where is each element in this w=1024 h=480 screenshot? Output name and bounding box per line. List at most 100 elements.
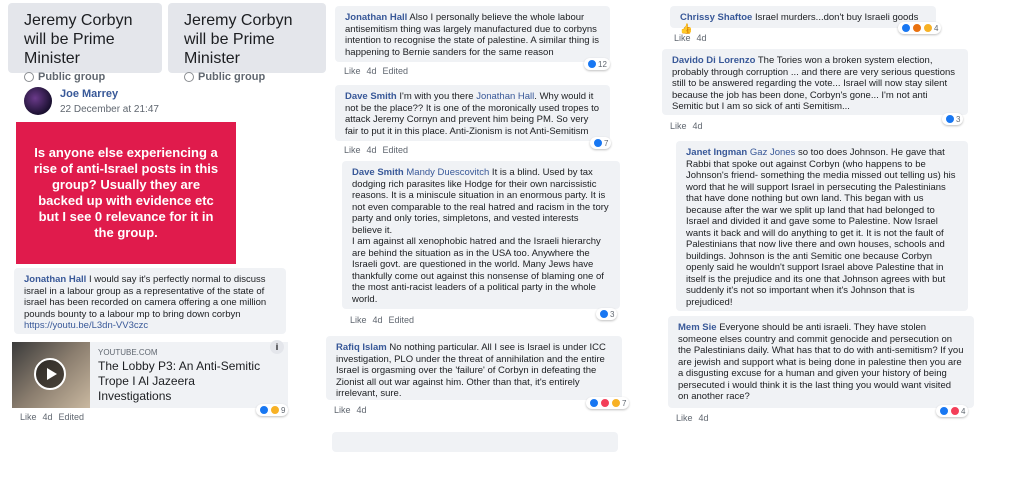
reaction-summary[interactable]: 3 [596, 308, 618, 320]
reaction-summary[interactable]: 7 [586, 397, 630, 409]
link-domain: YOUTUBE.COM [98, 348, 158, 357]
comment-time[interactable]: 4d [693, 121, 703, 131]
comment-bubble: Mem Sie Everyone should be anti israeli.… [668, 316, 974, 408]
info-icon[interactable]: i [270, 340, 284, 354]
group-privacy: Public group [184, 71, 310, 83]
reaction-summary[interactable]: 12 [584, 58, 610, 70]
group-privacy: Public group [24, 71, 146, 83]
like-reaction-icon [593, 138, 603, 148]
comment-bubble: Rafiq Islam No nothing particular. All I… [326, 336, 622, 400]
link-preview[interactable]: YOUTUBE.COM The Lobby P3: An Anti-Semiti… [12, 340, 288, 408]
reaction-summary[interactable]: 4 [936, 405, 969, 417]
globe-icon [24, 72, 34, 82]
comment-time[interactable]: 4d [357, 405, 367, 415]
comment-author[interactable]: Davido Di Lorenzo [672, 55, 755, 66]
mention-tag[interactable]: Jonathan Hall [476, 91, 534, 102]
comment-bubble: Davido Di Lorenzo The Tories won a broke… [662, 49, 968, 115]
comment-time[interactable]: 4d [373, 315, 383, 325]
comment-actions: Like 4d Edited [344, 145, 408, 155]
comment-author[interactable]: Jonathan Hall [345, 12, 407, 23]
like-button[interactable]: Like [674, 33, 691, 43]
love-reaction-icon [600, 398, 610, 408]
comment-actions: Like 4d Edited [344, 66, 408, 76]
like-button[interactable]: Like [344, 66, 361, 76]
post-author[interactable]: Joe Marrey [60, 88, 118, 100]
like-reaction-icon [589, 398, 599, 408]
group-card-1[interactable]: Jeremy Corbyn will be Prime Minister Pub… [8, 3, 162, 83]
comment-author[interactable]: Mem Sie [678, 322, 717, 333]
comment-bubble: Jonathan Hall Also I personally believe … [335, 6, 610, 62]
reaction-count: 4 [934, 23, 939, 33]
link-title[interactable]: The Lobby P3: An Anti-Semitic Trope I Al… [98, 359, 262, 404]
comment-author[interactable]: Janet Ingman [686, 147, 747, 158]
comment-time[interactable]: 4d [699, 413, 709, 423]
comment-time[interactable]: 4d [43, 412, 53, 422]
like-button[interactable]: Like [676, 413, 693, 423]
reaction-count: 7 [622, 398, 627, 408]
wow-reaction-icon [611, 398, 621, 408]
reaction-summary[interactable]: 4 [898, 22, 942, 34]
comment-actions: Like 4d [674, 33, 707, 43]
edited-label[interactable]: Edited [383, 66, 409, 76]
comment-author[interactable]: Jonathan Hall [24, 274, 86, 285]
comment-bubble: Janet Ingman Gaz Jones so too does Johns… [676, 141, 968, 311]
like-reaction-icon [939, 406, 949, 416]
comment-actions: Like 4d [334, 405, 367, 415]
play-icon[interactable] [34, 358, 66, 390]
post-text: Is anyone else experiencing a rise of an… [33, 145, 219, 240]
comment-time[interactable]: 4d [367, 145, 377, 155]
mention-tag[interactable]: Mandy Duescovitch [406, 167, 489, 178]
video-thumbnail[interactable] [12, 342, 90, 408]
like-button[interactable]: Like [670, 121, 687, 131]
wow-reaction-icon [923, 23, 933, 33]
like-button[interactable]: Like [20, 412, 37, 422]
reaction-summary[interactable]: 3 [942, 113, 964, 125]
post-text-box: Is anyone else experiencing a rise of an… [16, 122, 236, 264]
comment-author[interactable]: Dave Smith [345, 91, 397, 102]
reaction-count: 9 [281, 405, 286, 415]
comment-text-continued: I am against all xenophobic hatred and t… [352, 236, 604, 305]
comment-author[interactable]: Dave Smith [352, 167, 404, 178]
edited-label[interactable]: Edited [59, 412, 85, 422]
edited-label[interactable]: Edited [389, 315, 415, 325]
group-title[interactable]: Jeremy Corbyn will be Prime Minister [184, 11, 310, 68]
comment-link[interactable]: https://youtu.be/L3dn-VV3czc [24, 320, 148, 331]
like-button[interactable]: Like [344, 145, 361, 155]
comment-bubble: Chrissy Shaftoe Israel murders...don't b… [670, 6, 936, 35]
reaction-summary[interactable]: 9 [256, 404, 289, 416]
like-button[interactable]: Like [334, 405, 351, 415]
edited-label[interactable]: Edited [383, 145, 409, 155]
like-reaction-icon [259, 405, 269, 415]
comment-actions: Like 4d Edited [20, 412, 84, 422]
comment-actions: Like 4d [670, 121, 703, 131]
globe-icon [184, 72, 194, 82]
like-reaction-icon [901, 23, 911, 33]
comment-text-pre: I'm with you there [399, 91, 477, 102]
comment-text: Everyone should be anti israeli. They ha… [678, 322, 964, 402]
reaction-count: 4 [961, 406, 966, 416]
like-reaction-icon [587, 59, 597, 69]
wow-reaction-icon [270, 405, 280, 415]
comment-time[interactable]: 4d [697, 33, 707, 43]
group-card-2[interactable]: Jeremy Corbyn will be Prime Minister Pub… [168, 3, 326, 83]
angry-reaction-icon [912, 23, 922, 33]
comment-author[interactable]: Rafiq Islam [336, 342, 387, 353]
group-title[interactable]: Jeremy Corbyn will be Prime Minister [24, 11, 146, 68]
comment-time[interactable]: 4d [367, 66, 377, 76]
reaction-count: 3 [610, 309, 615, 319]
comment-bubble-partial [332, 432, 618, 452]
like-button[interactable]: Like [350, 315, 367, 325]
comment-bubble: Jonathan Hall I would say it's perfectly… [14, 268, 286, 334]
reaction-count: 7 [604, 138, 609, 148]
reaction-summary[interactable]: 7 [590, 137, 612, 149]
like-reaction-icon [945, 114, 955, 124]
love-reaction-icon [950, 406, 960, 416]
avatar[interactable] [24, 87, 52, 115]
like-reaction-icon [599, 309, 609, 319]
comment-actions: Like 4d [676, 413, 709, 423]
reaction-count: 3 [956, 114, 961, 124]
post-date[interactable]: 22 December at 21:47 [60, 104, 159, 115]
comment-author[interactable]: Chrissy Shaftoe [680, 12, 752, 23]
mention-tag[interactable]: Gaz Jones [750, 147, 795, 158]
comment-bubble: Dave Smith I'm with you there Jonathan H… [335, 85, 610, 141]
